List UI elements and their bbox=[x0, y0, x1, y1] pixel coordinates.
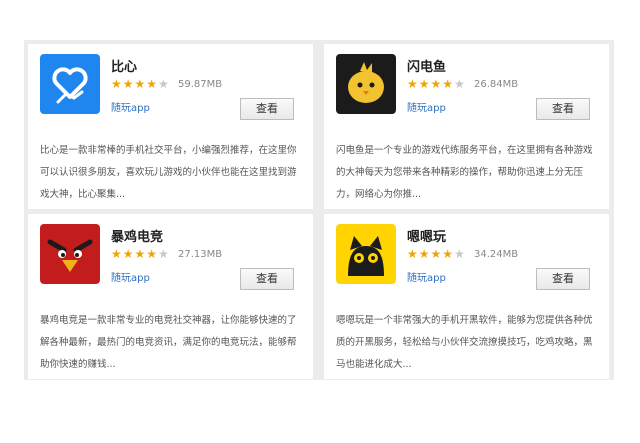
rating-stars: ★★★★★ bbox=[407, 247, 466, 261]
app-card-shandianyu: 闪电鱼 ★★★★★ 26.84MB 随玩app 查看 闪电鱼是一个专业的游戏代练… bbox=[324, 44, 609, 209]
view-button[interactable]: 查看 bbox=[240, 98, 294, 120]
view-button[interactable]: 查看 bbox=[240, 268, 294, 290]
rating-stars: ★★★★★ bbox=[407, 77, 466, 91]
file-size: 34.24MB bbox=[474, 249, 519, 260]
app-card-bixin: 比心 ★★★★★ 59.87MB 随玩app 查看 比心是一款非常棒的手机社交平… bbox=[28, 44, 313, 209]
app-title[interactable]: 闪电鱼 bbox=[407, 56, 446, 75]
source-label: 随玩app bbox=[111, 273, 150, 284]
file-size: 26.84MB bbox=[474, 79, 519, 90]
app-description: 暴鸡电竞是一款非常专业的电竞社交神器，让你能够快速的了解各种最新，最热门的电竞资… bbox=[40, 315, 297, 370]
view-button[interactable]: 查看 bbox=[536, 98, 590, 120]
view-button[interactable]: 查看 bbox=[536, 268, 590, 290]
app-description: 嗯嗯玩是一个非常强大的手机开黑软件，能够为您提供各种优质的开黑服务，轻松给与小伙… bbox=[336, 315, 593, 370]
file-size: 59.87MB bbox=[178, 79, 223, 90]
app-description: 闪电鱼是一个专业的游戏代练服务平台，在这里拥有各种游戏的大神每天为您带来各种精彩… bbox=[336, 145, 593, 200]
app-title[interactable]: 比心 bbox=[111, 56, 137, 75]
rating-stars: ★★★★★ bbox=[111, 247, 170, 261]
app-title[interactable]: 嗯嗯玩 bbox=[407, 226, 446, 245]
app-card-baoji: 暴鸡电竞 ★★★★★ 27.13MB 随玩app 查看 暴鸡电竞是一款非常专业的… bbox=[28, 214, 313, 379]
app-grid: 比心 ★★★★★ 59.87MB 随玩app 查看 比心是一款非常棒的手机社交平… bbox=[24, 40, 614, 380]
black-cat-icon[interactable] bbox=[336, 224, 396, 284]
file-size: 27.13MB bbox=[178, 249, 223, 260]
yellow-chick-icon[interactable] bbox=[336, 54, 396, 114]
angry-bird-icon[interactable] bbox=[40, 224, 100, 284]
heart-hand-icon[interactable] bbox=[40, 54, 100, 114]
app-description: 比心是一款非常棒的手机社交平台，小编强烈推荐，在这里你可以认识很多朋友，喜欢玩儿… bbox=[40, 145, 297, 200]
source-label: 随玩app bbox=[407, 273, 446, 284]
rating-stars: ★★★★★ bbox=[111, 77, 170, 91]
app-card-enenwan: 嗯嗯玩 ★★★★★ 34.24MB 随玩app 查看 嗯嗯玩是一个非常强大的手机… bbox=[324, 214, 609, 379]
source-label: 随玩app bbox=[111, 103, 150, 114]
app-title[interactable]: 暴鸡电竞 bbox=[111, 226, 163, 245]
source-label: 随玩app bbox=[407, 103, 446, 114]
